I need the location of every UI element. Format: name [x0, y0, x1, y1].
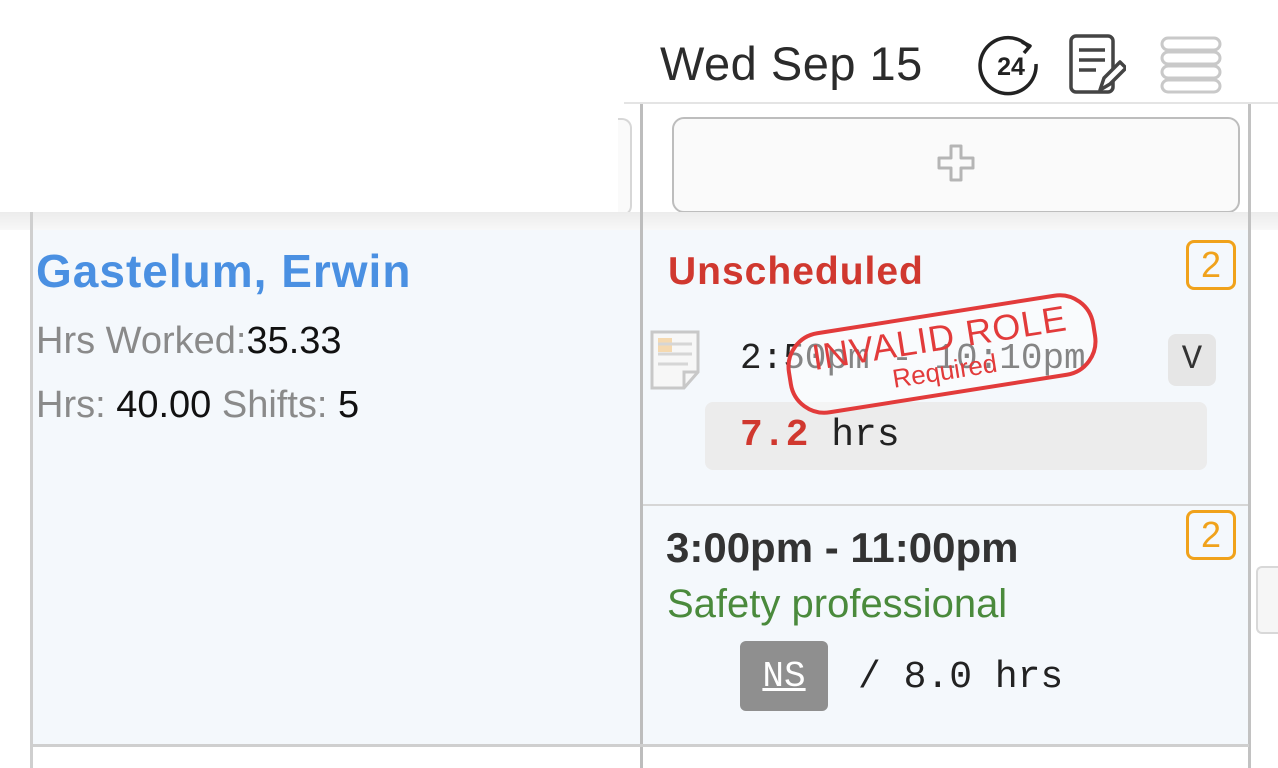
- 24-hour-icon[interactable]: 24: [978, 34, 1044, 100]
- unscheduled-label: Unscheduled: [668, 250, 924, 293]
- grid-line-right: [1248, 104, 1251, 768]
- ns-button[interactable]: NS: [740, 641, 828, 711]
- hours-label: Hrs:: [36, 384, 106, 426]
- shift-divider: [643, 504, 1248, 506]
- unscheduled-hours: 7.2 hrs: [740, 414, 900, 457]
- hours-value: 7.2: [740, 414, 809, 457]
- hours-value: 40.00: [116, 384, 212, 426]
- hours-worked-line: Hrs Worked:35.33: [36, 320, 342, 363]
- row-shadow-divider: [0, 212, 1278, 230]
- grid-line-left: [30, 212, 33, 768]
- header-divider: [624, 102, 1278, 104]
- shift-role: Safety professional: [667, 582, 1008, 626]
- hours-worked-label: Hrs Worked:: [36, 320, 247, 362]
- row-bottom-divider: [33, 744, 1249, 747]
- add-shift-button[interactable]: [672, 117, 1240, 213]
- day-title: Wed Sep 15: [660, 36, 923, 90]
- v-button[interactable]: V: [1168, 334, 1216, 386]
- next-column-item[interactable]: [1256, 566, 1278, 634]
- count-badge[interactable]: 2: [1186, 240, 1236, 290]
- shift-hours: / 8.0 hrs: [858, 656, 1064, 699]
- shift-time[interactable]: 3:00pm - 11:00pm: [666, 524, 1019, 572]
- employee-name[interactable]: Gastelum, Erwin: [36, 244, 411, 298]
- shifts-value: 5: [338, 384, 360, 426]
- shifts-label: Shifts:: [221, 384, 328, 426]
- left-toolbar-area: [0, 104, 632, 214]
- hours-worked-value: 35.33: [246, 320, 342, 362]
- employee-cell: [33, 230, 640, 746]
- day-header: Wed Sep 15: [660, 28, 923, 98]
- left-toolbar-control[interactable]: [618, 118, 632, 216]
- svg-text:24: 24: [997, 53, 1025, 81]
- stack-icon[interactable]: [1156, 32, 1226, 94]
- note-icon[interactable]: [648, 326, 704, 392]
- notes-icon[interactable]: [1066, 32, 1128, 98]
- plus-icon: [935, 142, 977, 189]
- hours-unit: hrs: [831, 414, 900, 457]
- hours-shifts-line: Hrs: 40.00 Shifts: 5: [36, 384, 359, 427]
- grid-line-main: [640, 104, 643, 768]
- count-badge[interactable]: 2: [1186, 510, 1236, 560]
